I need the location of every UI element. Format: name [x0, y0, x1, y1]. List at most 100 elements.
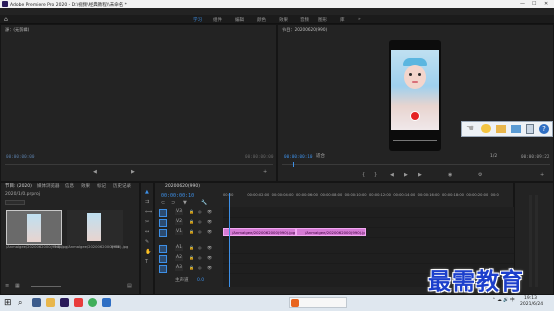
program-play-icon[interactable]: ▶	[404, 172, 408, 178]
source-scrub-bar[interactable]	[5, 164, 273, 165]
track-sync-icon[interactable]: ◎	[198, 265, 202, 270]
minimize-button[interactable]: —	[520, 1, 525, 7]
program-timecode-current[interactable]: 00:00:00:10	[284, 155, 312, 160]
track-visibility-icon[interactable]: 👁	[207, 265, 212, 270]
track-visibility-icon[interactable]: 👁	[207, 245, 212, 250]
program-add-button[interactable]: +	[540, 172, 544, 178]
new-item-icon[interactable]: ▤	[127, 283, 132, 289]
app-blue-icon[interactable]	[102, 298, 111, 307]
selection-tool-icon[interactable]: ▲	[145, 189, 149, 195]
track-lock-icon[interactable]: 🔒	[189, 255, 194, 260]
track-label-v1[interactable]: V1	[175, 229, 183, 235]
track-visibility-icon[interactable]: 👁	[207, 219, 212, 224]
icon-view-icon[interactable]: ▦	[15, 283, 20, 289]
track-source-patch[interactable]	[159, 255, 167, 263]
start-button-icon[interactable]: ⊞	[4, 298, 12, 308]
task-view-icon[interactable]	[32, 298, 41, 307]
tray-icons[interactable]: ⌃ ☁ 🔊 中	[492, 298, 515, 304]
program-fit-select[interactable]: 适合	[316, 154, 325, 160]
program-scrub-bar[interactable]	[282, 164, 550, 165]
workspace-tab-editing[interactable]: 编辑	[235, 17, 244, 23]
source-add-button[interactable]: +	[263, 169, 267, 175]
track-sync-icon[interactable]: ◎	[198, 255, 202, 260]
track-sync-icon[interactable]: ◎	[198, 229, 202, 234]
project-zoom-slider[interactable]	[31, 286, 61, 287]
list-view-icon[interactable]: ≡	[5, 283, 9, 289]
help-icon[interactable]: ?	[539, 124, 549, 134]
track-source-patch[interactable]	[159, 265, 167, 273]
close-button[interactable]: ✕	[544, 1, 548, 7]
premiere-taskbar-icon[interactable]	[60, 298, 69, 307]
home-icon[interactable]: ⌂	[4, 16, 8, 23]
workspace-tab-effects[interactable]: 效果	[279, 17, 288, 23]
add-marker-icon[interactable]: ▼	[183, 200, 187, 206]
timeline-clip[interactable]: /Anmalgee/2020062000(990).jpg	[223, 228, 296, 236]
track-lock-icon[interactable]: 🔒	[189, 229, 194, 234]
workspace-tab-graphics[interactable]: 图形	[318, 17, 327, 23]
hand-tool-icon[interactable]: ✋	[145, 249, 151, 255]
project-item-2[interactable]	[67, 210, 123, 245]
track-sync-icon[interactable]: ◎	[198, 209, 202, 214]
timeline-ruler[interactable]: 00:0000:00:02:0000:00:04:0000:00:06:0000…	[223, 193, 515, 203]
master-volume-value[interactable]: 0.0	[197, 278, 204, 284]
track-lock-icon[interactable]: 🔒	[189, 209, 194, 214]
ripple-edit-tool-icon[interactable]: ⟺	[145, 209, 152, 215]
track-sync-icon[interactable]: ◎	[198, 219, 202, 224]
track-label-a2[interactable]: A2	[175, 255, 183, 261]
track-source-patch[interactable]	[159, 229, 167, 237]
snap-icon[interactable]: ⊂	[161, 200, 165, 206]
program-export-frame-icon[interactable]: ◉	[448, 172, 452, 178]
project-search-input[interactable]	[5, 200, 25, 205]
track-label-a3[interactable]: A3	[175, 265, 183, 271]
linked-selection-icon[interactable]: ⊃	[171, 200, 175, 206]
source-step-back-icon[interactable]: ◀	[93, 169, 97, 175]
timeline-timecode[interactable]: 00:00:00:10	[161, 193, 194, 199]
history-tab[interactable]: 历史记录	[113, 184, 131, 190]
track-sync-icon[interactable]: ◎	[198, 245, 202, 250]
hand-icon[interactable]: ☚	[466, 124, 474, 134]
timeline-sequence-tab[interactable]: 20200620(990)	[165, 184, 200, 190]
chat-icon[interactable]	[481, 124, 491, 133]
folder-icon[interactable]	[496, 125, 506, 133]
project-tab[interactable]: 节目: (2020)	[5, 184, 32, 190]
workspace-tab-libraries[interactable]: 库	[340, 17, 345, 23]
track-visibility-icon[interactable]: 👁	[207, 209, 212, 214]
program-step-forward-icon[interactable]: ▶	[418, 172, 422, 178]
track-source-patch[interactable]	[159, 245, 167, 253]
search-icon[interactable]: ⌕	[18, 298, 22, 308]
slip-tool-icon[interactable]: ↔	[145, 229, 149, 235]
track-lock-icon[interactable]: 🔒	[189, 245, 194, 250]
document-icon[interactable]	[526, 124, 534, 134]
program-resolution-select[interactable]: 1/2	[490, 154, 497, 160]
workspace-tab-learn[interactable]: 学习	[193, 17, 202, 23]
file-explorer-icon[interactable]	[46, 298, 55, 307]
workspace-overflow-button[interactable]: »	[358, 17, 361, 22]
program-mark-in-icon[interactable]: {	[362, 172, 365, 178]
pen-tool-icon[interactable]: ✎	[145, 239, 149, 245]
track-lock-icon[interactable]: 🔒	[189, 265, 194, 270]
markers-tab[interactable]: 标记	[97, 184, 106, 190]
maximize-button[interactable]: ☐	[532, 1, 536, 7]
program-playhead[interactable]	[293, 162, 294, 167]
workspace-tab-audio[interactable]: 音频	[300, 17, 309, 23]
source-play-icon[interactable]: ▶	[131, 169, 135, 175]
workspace-tab-assembly[interactable]: 组件	[213, 17, 222, 23]
track-label-v2[interactable]: V2	[175, 219, 183, 225]
track-select-tool-icon[interactable]: ⇉	[145, 199, 149, 205]
media-browser-tab[interactable]: 媒体浏览器	[37, 184, 60, 190]
project-item-1[interactable]	[6, 210, 62, 245]
ime-toolbar[interactable]	[289, 297, 347, 308]
track-visibility-icon[interactable]: 👁	[207, 255, 212, 260]
effects-tab[interactable]: 效果	[81, 184, 90, 190]
track-label-a1[interactable]: A1	[175, 245, 183, 251]
picture-icon[interactable]	[511, 125, 521, 133]
track-source-patch[interactable]	[159, 209, 167, 217]
workspace-tab-color[interactable]: 颜色	[257, 17, 266, 23]
timeline-clip[interactable]: /Anmalgee/2020062000(990).jpg	[296, 228, 367, 236]
razor-tool-icon[interactable]: ✂	[145, 219, 149, 225]
app-red-icon[interactable]	[74, 298, 83, 307]
track-label-v3[interactable]: V3	[175, 209, 183, 215]
program-mark-out-icon[interactable]: }	[374, 172, 377, 178]
track-lock-icon[interactable]: 🔒	[189, 219, 194, 224]
program-settings-icon[interactable]: ⚙	[478, 172, 482, 178]
